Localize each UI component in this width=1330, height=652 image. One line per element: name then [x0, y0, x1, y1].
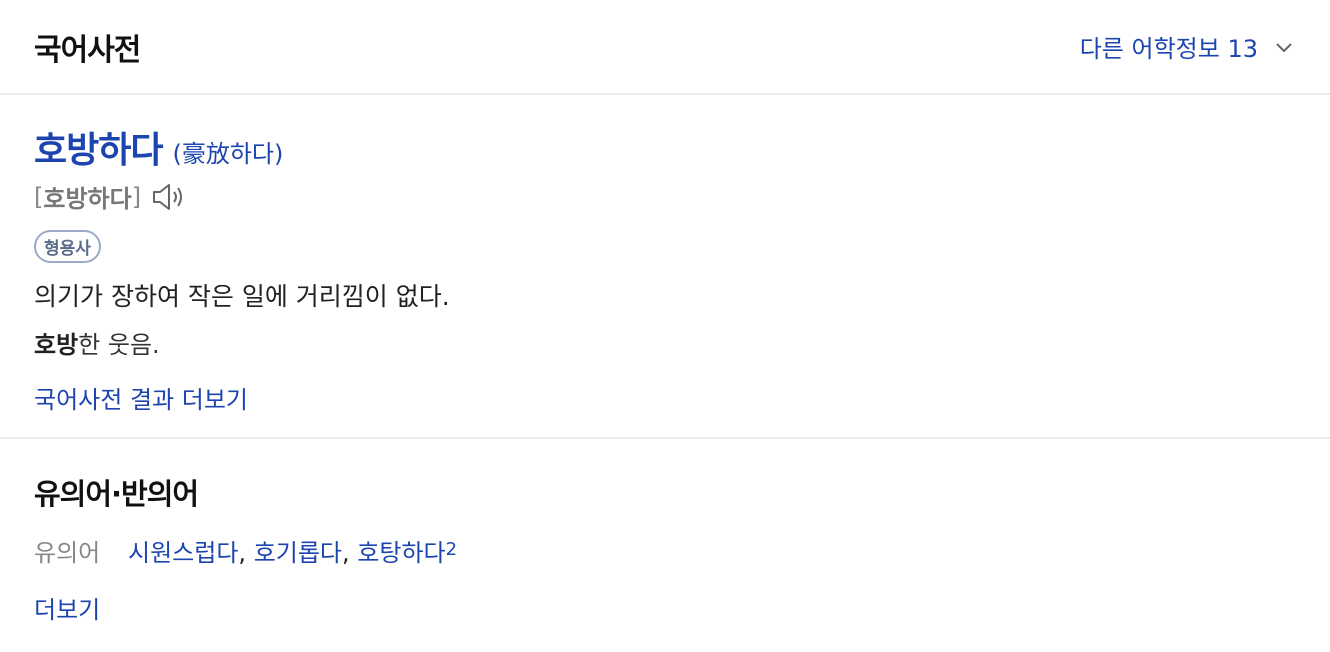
synonym-more-link[interactable]: 더보기	[34, 590, 100, 625]
synonym-label: 유의어	[34, 539, 101, 567]
pron-bracket-open: [	[34, 182, 44, 211]
pronunciation: [ 호방하다 ]	[34, 179, 1296, 214]
section-title: 국어사전	[34, 32, 141, 68]
synonym-link[interactable]: 호탕하다2	[357, 539, 457, 567]
synonym-separator: ,	[342, 539, 350, 567]
example-sentence: 호방한 웃음.	[34, 325, 1296, 360]
definition: 의기가 장하여 작은 일에 거리낌이 없다.	[34, 282, 450, 311]
headword[interactable]: 호방하다	[34, 121, 163, 173]
dictionary-entry: 호방하다 (豪放하다) [ 호방하다 ] 형용사 의기가 장하여 작은 일에 거…	[0, 95, 1330, 439]
dictionary-more-link[interactable]: 국어사전 결과 더보기	[34, 380, 248, 415]
homonym-number: 2	[445, 539, 458, 560]
synonym-separator: ,	[238, 539, 247, 567]
dictionary-header: 국어사전 다른 어학정보 13	[0, 0, 1330, 95]
part-of-speech-badge: 형용사	[34, 230, 101, 263]
synonym-link[interactable]: 시원스럽다	[128, 539, 238, 567]
pron-bracket-close: ]	[131, 182, 142, 211]
headword-line: 호방하다 (豪放하다)	[34, 121, 1296, 173]
chevron-down-icon[interactable]	[1272, 35, 1296, 59]
example-rest: 한 웃음.	[78, 331, 160, 359]
other-language-info-toggle[interactable]: 다른 어학정보 13	[1080, 29, 1296, 64]
synonym-section-title: 유의어·반의어	[34, 477, 199, 511]
synonym-list: 시원스럽다, 호기롭다, 호탕하다2	[128, 533, 457, 568]
synonym-antonym-section: 유의어·반의어 유의어 시원스럽다, 호기롭다, 호탕하다2 더보기	[0, 439, 1330, 625]
other-info-label[interactable]: 다른 어학정보 13	[1080, 29, 1258, 64]
hanja: (豪放하다)	[172, 140, 284, 168]
example-highlight: 호방	[34, 331, 79, 359]
synonym-word[interactable]: 호탕하다	[357, 539, 445, 567]
synonym-link[interactable]: 호기롭다	[254, 539, 342, 567]
synonym-row: 유의어 시원스럽다, 호기롭다, 호탕하다2	[34, 533, 1296, 568]
speaker-icon[interactable]	[151, 182, 187, 212]
pron-word: 호방하다	[43, 185, 132, 213]
